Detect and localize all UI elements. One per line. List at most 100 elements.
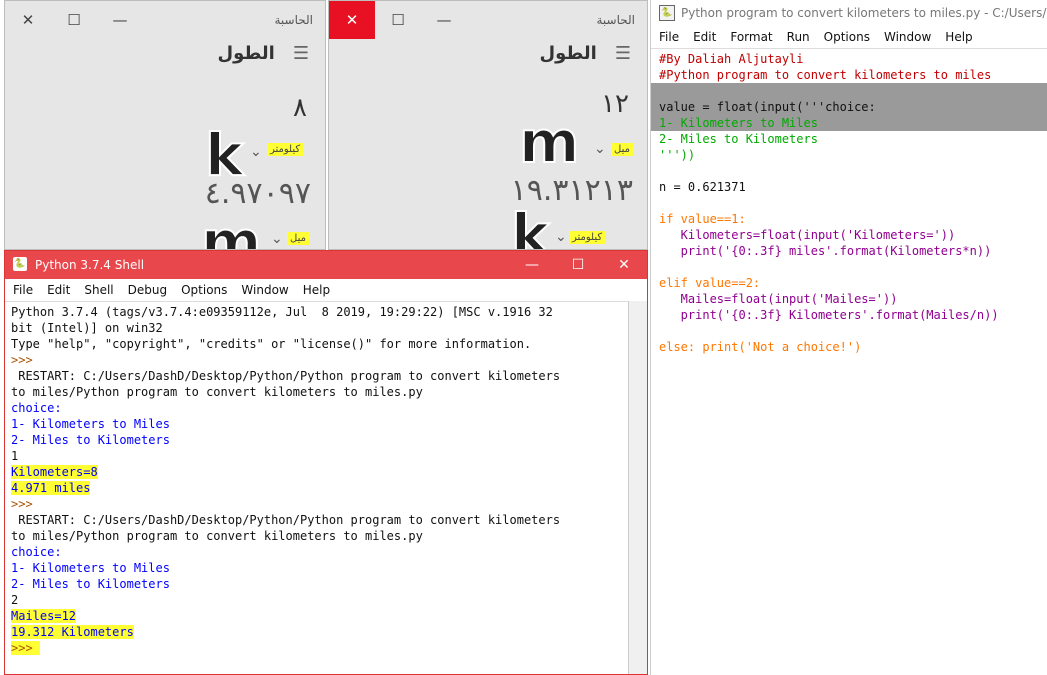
shell-line: RESTART: C:/Users/DashD/Desktop/Python/P…: [11, 369, 561, 383]
shell-line: 4.971 miles: [11, 480, 647, 496]
close-icon[interactable]: ✕: [329, 1, 375, 39]
shell-input-highlighted: Kilometers=8: [11, 465, 98, 479]
maximize-icon[interactable]: ☐: [51, 1, 97, 39]
maximize-icon[interactable]: ☐: [555, 251, 601, 279]
shell-line: choice:: [11, 401, 62, 415]
shell-line: to miles/Python program to convert kilom…: [11, 529, 423, 543]
menu-options[interactable]: Options: [824, 30, 870, 44]
menu-shell[interactable]: Shell: [84, 283, 113, 297]
shell-line: 19.312 Kilometers: [11, 624, 647, 640]
menu-bar: File Edit Shell Debug Options Window Hel…: [5, 279, 647, 302]
shell-line: Type "help", "copyright", "credits" or "…: [11, 337, 532, 351]
shell-line: 2- Miles to Kilometers: [11, 577, 170, 591]
minimize-icon[interactable]: —: [97, 1, 143, 39]
maximize-icon[interactable]: ☐: [375, 1, 421, 39]
menu-help[interactable]: Help: [303, 283, 330, 297]
shell-line: 1- Kilometers to Miles: [11, 417, 170, 431]
input-value[interactable]: ٨: [293, 93, 307, 123]
code-line: 2- Miles to Kilometers: [659, 132, 818, 146]
code-line: print('{0:.3f} Kilometers'.format(Mailes…: [659, 308, 999, 322]
shell-line: 1: [11, 449, 19, 463]
hamburger-icon[interactable]: ☰: [615, 43, 631, 64]
code-line: 1- Kilometers to Miles: [651, 115, 1047, 131]
chevron-down-icon[interactable]: ⌄: [271, 231, 283, 247]
input-value[interactable]: ١٢: [601, 89, 629, 119]
vertical-scrollbar[interactable]: [628, 301, 647, 674]
unit-symbol-top: m: [518, 108, 580, 176]
python-icon: 🐍: [13, 257, 27, 271]
menu-debug[interactable]: Debug: [128, 283, 167, 297]
shell-line: to miles/Python program to convert kilom…: [11, 385, 423, 399]
code-line: elif value==2:: [659, 276, 761, 290]
shell-line: Python 3.7.4 (tags/v3.7.4:e09359112e, Ju…: [11, 305, 553, 319]
editor-window: 🐍 Python program to convert kilometers t…: [650, 0, 1047, 675]
mode-label: الطول: [539, 43, 597, 64]
unit-from-dropdown[interactable]: ميل: [611, 143, 633, 156]
code-line: [651, 83, 1047, 99]
code-line: if value==1:: [659, 212, 746, 226]
window-title: Python 3.7.4 Shell: [35, 258, 145, 272]
calculator-window-right: ✕ ☐ — الحاسبة ☰ الطول ١٢ m ⌄ ميل ١٩.٣١٢١…: [328, 0, 648, 250]
code-line: else: print('Not a choice!'): [659, 340, 862, 354]
close-icon[interactable]: ✕: [601, 251, 647, 279]
chevron-down-icon[interactable]: ⌄: [555, 229, 567, 245]
hamburger-icon[interactable]: ☰: [293, 43, 309, 64]
shell-result-highlighted: 4.971 miles: [11, 481, 91, 495]
menu-options[interactable]: Options: [181, 283, 227, 297]
shell-line: 2- Miles to Kilometers: [11, 433, 170, 447]
window-title: الحاسبة: [274, 13, 313, 27]
menu-window[interactable]: Window: [241, 283, 288, 297]
unit-symbol-bottom: k: [510, 201, 551, 250]
menu-file[interactable]: File: [659, 30, 679, 44]
shell-window: 🐍 Python 3.7.4 Shell — ☐ ✕ File Edit She…: [4, 250, 648, 675]
title-bar: 🐍 Python program to convert kilometers t…: [651, 0, 1047, 26]
menu-window[interactable]: Window: [884, 30, 931, 44]
shell-body[interactable]: Python 3.7.4 (tags/v3.7.4:e09359112e, Ju…: [5, 302, 647, 656]
mode-label: الطول: [217, 43, 275, 64]
code-line: print('{0:.3f} miles'.format(Kilometers*…: [659, 244, 992, 258]
menu-edit[interactable]: Edit: [693, 30, 716, 44]
title-bar: 🐍 Python 3.7.4 Shell — ☐ ✕: [5, 251, 647, 279]
shell-line: bit (Intel)] on win32: [11, 321, 163, 335]
minimize-icon[interactable]: —: [421, 1, 467, 39]
shell-line: 2: [11, 593, 19, 607]
shell-prompt: >>>: [11, 641, 40, 655]
python-file-icon: 🐍: [659, 5, 675, 21]
code-line: Kilometers=float(input('Kilometers=')): [659, 228, 956, 242]
unit-from-dropdown[interactable]: كيلومتر: [267, 143, 304, 156]
menu-bar: File Edit Format Run Options Window Help: [651, 26, 1047, 49]
shell-line: >>>: [11, 640, 647, 656]
minimize-icon[interactable]: —: [509, 251, 555, 279]
menu-run[interactable]: Run: [787, 30, 810, 44]
menu-help[interactable]: Help: [945, 30, 972, 44]
window-title: Python program to convert kilometers to …: [681, 6, 1047, 20]
unit-to-dropdown[interactable]: كيلومتر: [569, 231, 606, 244]
menu-edit[interactable]: Edit: [47, 283, 70, 297]
unit-to-dropdown[interactable]: ميل: [287, 232, 309, 245]
code-line: n = 0.621371: [659, 180, 746, 194]
shell-prompt: >>>: [11, 497, 40, 511]
unit-symbol-bottom: m: [200, 208, 262, 250]
calculator-window-left: ✕ ☐ — الحاسبة ☰ الطول ٨ k ⌄ كيلومتر ٤.٩٧…: [4, 0, 326, 250]
shell-prompt: >>>: [11, 353, 40, 367]
mode-header: ☰ الطول: [539, 43, 631, 64]
chevron-down-icon[interactable]: ⌄: [250, 144, 262, 160]
shell-line: Mailes=12: [11, 608, 647, 624]
shell-line: 1- Kilometers to Miles: [11, 561, 170, 575]
code-line: #By Daliah Aljutayli: [659, 52, 804, 66]
shell-output[interactable]: Python 3.7.4 (tags/v3.7.4:e09359112e, Ju…: [5, 302, 647, 656]
title-bar: ✕ ☐ — الحاسبة: [5, 1, 325, 39]
window-title: الحاسبة: [596, 13, 635, 27]
title-bar: ✕ ☐ — الحاسبة: [329, 1, 647, 39]
shell-line: choice:: [11, 545, 62, 559]
menu-file[interactable]: File: [13, 283, 33, 297]
close-icon[interactable]: ✕: [5, 1, 51, 39]
shell-line: Kilometers=8: [11, 464, 647, 480]
chevron-down-icon[interactable]: ⌄: [594, 141, 606, 157]
menu-format[interactable]: Format: [730, 30, 772, 44]
code-area[interactable]: #By Daliah Aljutayli #Python program to c…: [651, 49, 1047, 355]
